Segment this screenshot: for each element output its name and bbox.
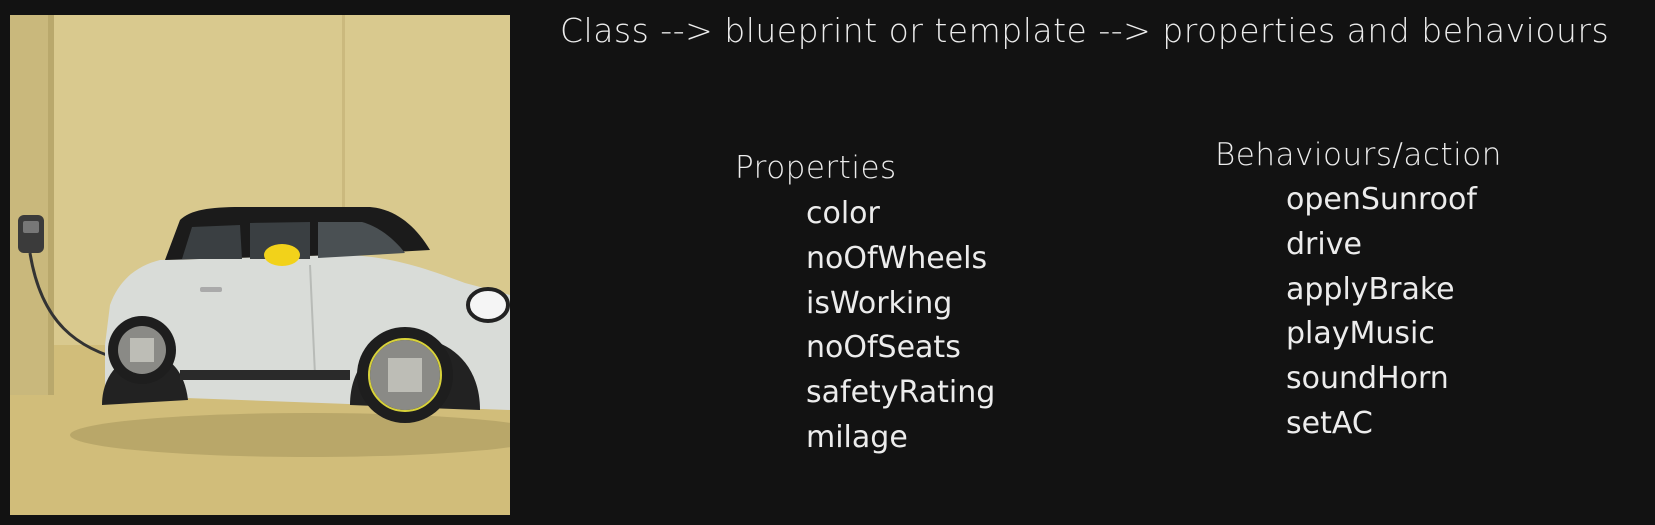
property-item-noofwheels: noOfWheels [806, 240, 988, 276]
properties-heading: Properties [735, 150, 897, 186]
properties-list: color noOfWheels isWorking noOfSeats saf… [806, 192, 995, 461]
behaviour-item-playmusic: playMusic [1286, 316, 1435, 352]
whiteboard-canvas: Class --> blueprint or template --> prop… [0, 0, 1655, 525]
behaviour-item-soundhorn: soundHorn [1286, 361, 1449, 397]
behaviour-item-opensunroof: openSunroof [1286, 182, 1477, 217]
behaviour-item-drive: drive [1286, 226, 1362, 262]
property-item-noofseats: noOfSeats [806, 330, 961, 366]
behaviour-item-setac: setAC [1286, 405, 1373, 441]
behaviours-list: openSunroof drive applyBrake playMusic s… [1286, 178, 1477, 447]
headline-text: Class --> blueprint or template --> prop… [560, 11, 1610, 50]
car-illustration [10, 15, 510, 515]
behaviours-heading: Behaviours/action [1215, 137, 1502, 173]
property-item-isworking: isWorking [806, 285, 953, 321]
behaviour-item-applybrake: applyBrake [1286, 271, 1455, 307]
property-item-color: color [806, 196, 880, 231]
property-item-milage: milage [806, 419, 908, 455]
property-item-safetyrating: safetyRating [806, 375, 996, 411]
car-photo [10, 15, 510, 515]
